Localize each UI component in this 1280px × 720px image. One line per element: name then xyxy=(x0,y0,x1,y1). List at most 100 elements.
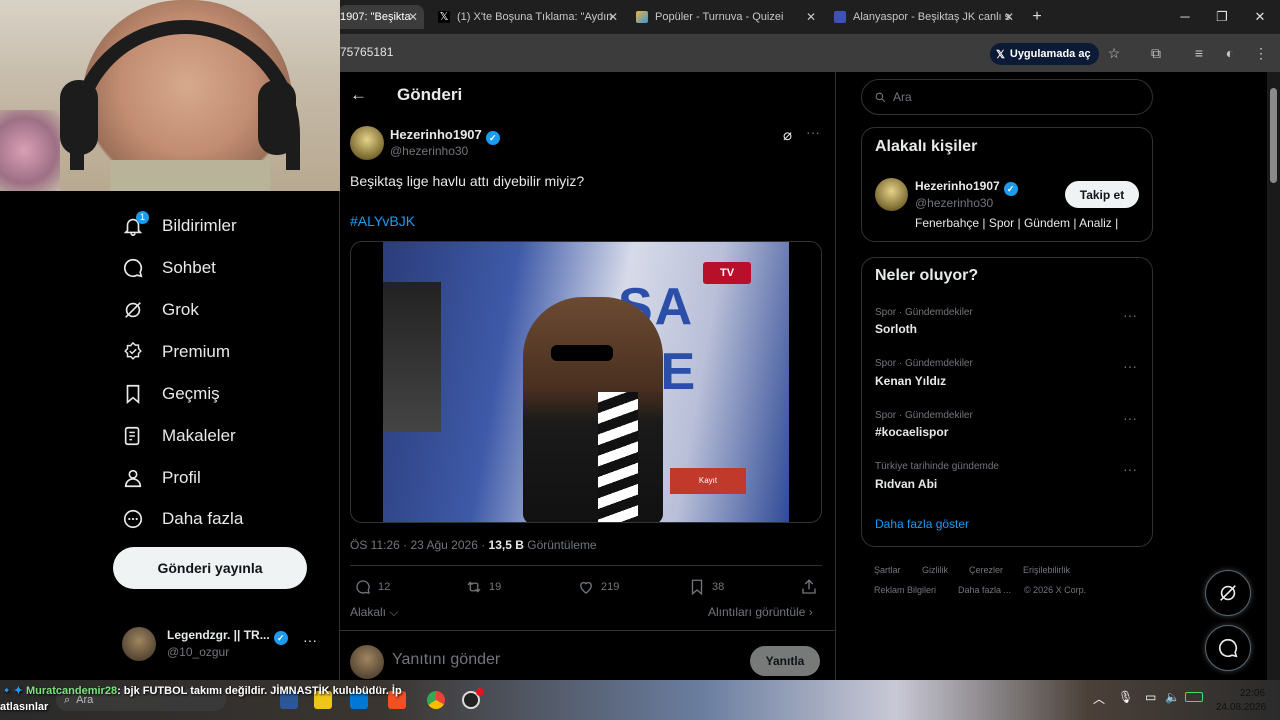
bookmark-star-icon[interactable]: ☆ xyxy=(1105,44,1123,62)
restore-icon[interactable]: ❐ xyxy=(1213,8,1231,26)
new-tab-icon[interactable]: + xyxy=(1028,8,1046,26)
trends-title: Neler oluyor? xyxy=(875,267,979,284)
close-tab-icon[interactable]: ✕ xyxy=(608,10,618,24)
grok-icon xyxy=(125,302,141,318)
reply-button-submit[interactable]: Yanıtla xyxy=(750,646,820,676)
video-caption: Kayıt xyxy=(670,468,746,494)
taskbar-time[interactable]: 22:06 xyxy=(1240,688,1265,699)
tray-chevron-icon[interactable]: ︿ xyxy=(1093,690,1105,707)
relevant-sort-dropdown[interactable]: Alakalı ⌵ xyxy=(350,605,398,620)
profile-avatar-icon[interactable]: ◐ xyxy=(1221,44,1239,62)
nav-label: Daha fazla xyxy=(162,509,244,528)
extensions-icon[interactable]: ⧉ xyxy=(1147,44,1165,62)
sports-favicon-icon xyxy=(834,11,846,23)
post-timestamp[interactable]: ÖS 11:26 · 23 Ağu 2026 · xyxy=(350,538,489,552)
search-placeholder: Ara xyxy=(893,90,912,104)
bookmark-icon xyxy=(126,384,140,405)
footer-link[interactable]: Şartlar xyxy=(874,565,901,575)
nav-item-more[interactable]: Daha fazla xyxy=(122,504,243,534)
author-handle[interactable]: @hezerinho30 xyxy=(390,144,468,158)
post-hashtag[interactable]: #ALYvBJK xyxy=(350,213,415,229)
like-count: 219 xyxy=(601,581,620,593)
person-figure xyxy=(523,297,663,522)
trend-item[interactable]: Rıdvan Abi xyxy=(875,477,937,491)
minimize-icon[interactable]: ─ xyxy=(1176,8,1194,26)
quotes-label: Alıntıları görüntüle xyxy=(708,605,806,619)
scrollbar-thumb[interactable] xyxy=(1270,88,1277,183)
close-tab-icon[interactable]: ✕ xyxy=(1004,10,1014,24)
account-name-row[interactable]: Legendzgr. || TR... ✓ xyxy=(167,628,288,645)
search-input[interactable]: Ara xyxy=(861,79,1153,115)
show-more-link[interactable]: Daha fazla göster xyxy=(875,517,969,531)
close-tab-icon[interactable]: ✕ xyxy=(408,10,418,24)
account-avatar[interactable] xyxy=(122,627,156,661)
back-arrow-icon[interactable]: ← xyxy=(350,85,367,105)
open-in-app-button[interactable]: 𝕏 Uygulamada aç xyxy=(990,43,1099,65)
repost-icon xyxy=(467,581,481,593)
post-video[interactable]: SA KE TV Kayıt xyxy=(350,241,822,523)
account-handle: @10_ozgur xyxy=(167,645,230,659)
browser-tab-active[interactable]: 1907: "Beşikta ✕ xyxy=(338,5,424,29)
related-avatar[interactable] xyxy=(875,178,908,211)
grok-fab-button[interactable] xyxy=(1205,570,1251,616)
grok-explain-icon[interactable]: ⌀ xyxy=(783,126,792,144)
battery-icon[interactable] xyxy=(1185,692,1203,702)
trend-item[interactable]: Kenan Yıldız xyxy=(875,374,946,388)
views-label: Görüntüleme xyxy=(523,538,597,552)
bookmark-button[interactable]: 38 xyxy=(688,578,724,596)
like-button[interactable]: 219 xyxy=(577,578,619,596)
footer-link[interactable]: Reklam Bilgileri xyxy=(874,585,936,595)
nav-item-articles[interactable]: Makaleler xyxy=(122,421,236,451)
close-window-icon[interactable]: ✕ xyxy=(1251,8,1269,26)
nav-label: Geçmiş xyxy=(162,384,220,403)
url-text[interactable]: 75765181 xyxy=(340,45,393,59)
trend-item[interactable]: #kocaelispor xyxy=(875,425,948,439)
repost-button[interactable]: 19 xyxy=(465,578,501,596)
footer-link[interactable]: Gizlilik xyxy=(922,565,948,575)
nav-item-grok[interactable]: Grok xyxy=(122,295,199,325)
taskbar-date[interactable]: 24.08.2026 xyxy=(1216,702,1266,713)
post-button[interactable]: Gönderi yayınla xyxy=(113,547,307,589)
trend-menu-icon[interactable]: ··· xyxy=(1123,461,1137,477)
account-menu-icon[interactable]: ··· xyxy=(303,632,317,648)
footer-link[interactable]: Çerezler xyxy=(969,565,1003,575)
share-button[interactable] xyxy=(800,578,824,596)
nav-item-chat[interactable]: Sohbet xyxy=(122,253,216,283)
nav-item-profile[interactable]: Profil xyxy=(122,463,201,493)
bookmark-count: 38 xyxy=(712,581,725,593)
verified-badge-icon: ✓ xyxy=(1003,182,1018,196)
browser-tab[interactable]: Popüler - Turnuva - Quizei ✕ xyxy=(636,5,816,29)
messages-fab-button[interactable] xyxy=(1205,625,1251,671)
verified-badge-icon: ✓ xyxy=(485,131,500,145)
menu-kebab-icon[interactable]: ⋮ xyxy=(1252,44,1270,62)
trend-menu-icon[interactable]: ··· xyxy=(1123,410,1137,426)
tab-title: (1) X'te Boşuna Tıklama: "Aydın xyxy=(457,11,613,23)
microphone-icon[interactable]: 🎙 xyxy=(1118,690,1133,704)
media-icon[interactable]: ≡ xyxy=(1190,44,1208,62)
related-name-row[interactable]: Hezerinho1907 ✓ xyxy=(915,179,1018,196)
footer-link[interactable]: Daha fazla ... xyxy=(958,585,1011,595)
network-icon[interactable]: ▭ xyxy=(1145,690,1156,704)
reply-button[interactable]: 12 xyxy=(354,578,390,596)
trend-item[interactable]: Sorloth xyxy=(875,322,917,336)
tab-title: Alanyaspor - Beşiktaş JK canlı s xyxy=(853,11,1011,23)
articles-icon xyxy=(124,426,140,446)
view-quotes-link[interactable]: Alıntıları görüntüle › xyxy=(708,605,813,619)
volume-icon[interactable]: 🔈 xyxy=(1165,690,1180,704)
browser-tab[interactable]: Alanyaspor - Beşiktaş JK canlı s ✕ xyxy=(834,5,1014,29)
nav-item-bookmarks[interactable]: Geçmiş xyxy=(122,379,220,409)
close-tab-icon[interactable]: ✕ xyxy=(806,10,816,24)
trend-menu-icon[interactable]: ··· xyxy=(1123,307,1137,323)
nav-item-premium[interactable]: Premium xyxy=(122,337,230,367)
author-avatar[interactable] xyxy=(350,126,384,160)
trend-menu-icon[interactable]: ··· xyxy=(1123,358,1137,374)
reply-count: 12 xyxy=(378,581,391,593)
reply-input[interactable]: Yanıtını gönder xyxy=(392,651,500,669)
footer-link[interactable]: Erişilebilirlik xyxy=(1023,565,1070,575)
follow-button[interactable]: Takip et xyxy=(1065,181,1139,208)
author-name-row[interactable]: Hezerinho1907 ✓ xyxy=(390,127,500,145)
relevant-label: Alakalı xyxy=(350,605,387,619)
browser-tab[interactable]: 𝕏 (1) X'te Boşuna Tıklama: "Aydın ✕ xyxy=(438,5,618,29)
post-menu-icon[interactable]: ··· xyxy=(806,124,820,140)
x-logo-icon: 𝕏 xyxy=(996,48,1005,61)
